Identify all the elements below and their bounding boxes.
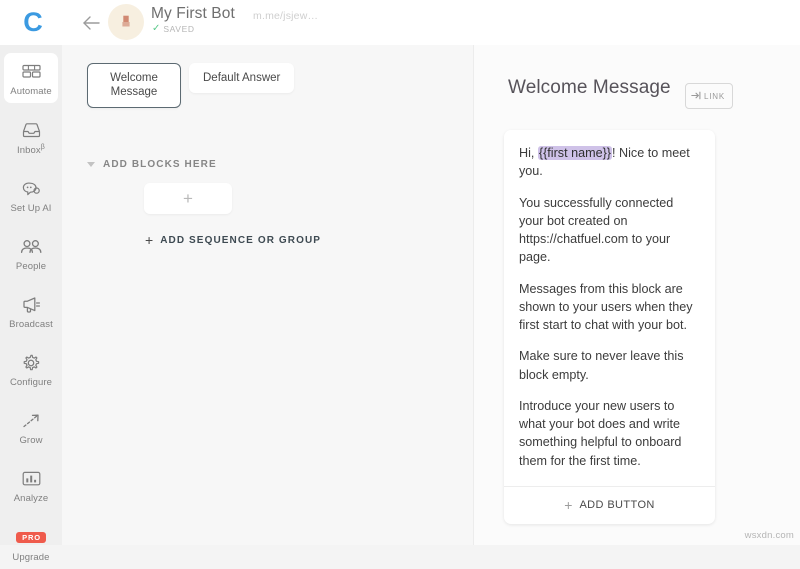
- link-arrow-icon: [691, 87, 701, 105]
- messenger-url[interactable]: m.me/jsjew…: [253, 10, 318, 22]
- chatfuel-app-window: C My First Bot ✓ SAVED m.me/jsjew… Autom…: [0, 0, 800, 563]
- status-badge: ✓ SAVED: [152, 23, 195, 35]
- sidebar-item-label: People: [15, 261, 47, 273]
- ai-brain-icon: [21, 178, 41, 199]
- tab-label-line1: Default Answer: [203, 72, 281, 84]
- sidebar-item-inbox[interactable]: Inboxβ: [4, 111, 58, 162]
- sidebar-item-label: Automate: [10, 86, 52, 97]
- sidebar: Automate Inboxβ Set Up AI People Broadca…: [0, 45, 62, 563]
- block-tabs: Welcome Message Default Answer: [87, 63, 295, 108]
- plus-icon: +: [183, 188, 193, 208]
- add-block-button[interactable]: +: [144, 183, 232, 214]
- sidebar-item-grow[interactable]: Grow: [4, 402, 58, 452]
- tab-label-line2: Message: [110, 86, 158, 99]
- sidebar-item-label: Configure: [9, 377, 53, 389]
- message-text-body[interactable]: Hi, {{first name}}! Nice to meet you. Yo…: [504, 130, 715, 486]
- link-badge[interactable]: LINK: [685, 83, 733, 109]
- plus-icon: +: [564, 496, 573, 513]
- sidebar-item-label: Upgrade: [12, 552, 50, 564]
- plus-icon: +: [145, 232, 154, 248]
- flow-canvas: Welcome Message Default Answer ADD BLOCK…: [62, 45, 473, 545]
- check-icon: ✓: [152, 23, 161, 34]
- sidebar-item-configure[interactable]: Configure: [4, 344, 58, 394]
- sidebar-item-label: Grow: [19, 435, 43, 447]
- chevron-down-icon[interactable]: [87, 162, 95, 167]
- message-paragraph: Introduce your new users to what your bo…: [519, 398, 682, 468]
- avatar[interactable]: [108, 4, 144, 40]
- link-badge-label: LINK: [704, 91, 725, 101]
- page-title[interactable]: My First Bot: [151, 5, 235, 23]
- inbox-icon: [22, 119, 41, 140]
- tab-default-answer[interactable]: Default Answer: [189, 63, 295, 94]
- sidebar-item-label: Broadcast: [9, 319, 53, 331]
- add-sequence-or-group-button[interactable]: + ADD SEQUENCE OR GROUP: [145, 233, 321, 247]
- panel-title: Welcome Message: [508, 77, 671, 98]
- add-button-button[interactable]: + ADD BUTTON: [504, 487, 715, 524]
- sidebar-item-text: Inbox: [17, 145, 41, 157]
- add-blocks-section-header[interactable]: ADD BLOCKS HERE: [87, 159, 217, 170]
- sidebar-item-broadcast[interactable]: Broadcast: [4, 286, 58, 336]
- section-title: ADD BLOCKS HERE: [103, 159, 217, 170]
- message-paragraph: Hi, {{first name}}! Nice to meet you.: [519, 144, 700, 181]
- first-name-token[interactable]: {{first name}}: [537, 146, 613, 160]
- tab-welcome-message[interactable]: Welcome Message: [87, 63, 181, 108]
- add-sequence-label: ADD SEQUENCE OR GROUP: [160, 234, 322, 246]
- avatar-image: [120, 14, 133, 30]
- message-card[interactable]: Hi, {{first name}}! Nice to meet you. Yo…: [504, 130, 715, 524]
- message-paragraph: Messages from this block are shown to yo…: [519, 281, 693, 333]
- message-paragraph: Make sure to never leave this block empt…: [519, 349, 684, 382]
- top-bar: C My First Bot ✓ SAVED m.me/jsjew…: [0, 0, 800, 45]
- add-button-label: ADD BUTTON: [579, 498, 655, 511]
- saved-label: SAVED: [163, 24, 195, 34]
- blocks-icon: [21, 61, 41, 82]
- chatfuel-logo-icon[interactable]: C: [18, 7, 48, 37]
- greeting-prefix: Hi,: [519, 146, 538, 160]
- sidebar-item-people[interactable]: People: [4, 228, 58, 278]
- beta-badge: β: [40, 144, 45, 151]
- watermark: wsxdn.com: [744, 530, 794, 541]
- message-paragraph: You successfully connected your bot crea…: [519, 195, 674, 265]
- gear-icon: [22, 352, 40, 373]
- people-icon: [20, 236, 42, 257]
- back-arrow-icon[interactable]: [80, 12, 102, 34]
- sidebar-item-upgrade[interactable]: PRO Upgrade: [4, 519, 58, 569]
- bar-chart-icon: [22, 468, 41, 489]
- sidebar-item-automate[interactable]: Automate: [4, 53, 58, 103]
- megaphone-icon: [21, 294, 41, 315]
- pro-badge-label: PRO: [16, 531, 46, 544]
- sidebar-item-set-up-ai[interactable]: Set Up AI: [4, 170, 58, 220]
- sidebar-item-label: Set Up AI: [10, 203, 52, 215]
- sidebar-item-analyze[interactable]: Analyze: [4, 460, 58, 510]
- trend-up-icon: [22, 410, 41, 431]
- pro-badge-icon: PRO: [16, 527, 46, 548]
- block-editor-panel: Welcome Message LINK Hi, {{first name}}!…: [473, 45, 800, 545]
- sidebar-item-label: Inboxβ: [17, 144, 45, 156]
- tab-label-line1: Welcome: [110, 72, 158, 84]
- sidebar-item-label: Analyze: [13, 493, 49, 505]
